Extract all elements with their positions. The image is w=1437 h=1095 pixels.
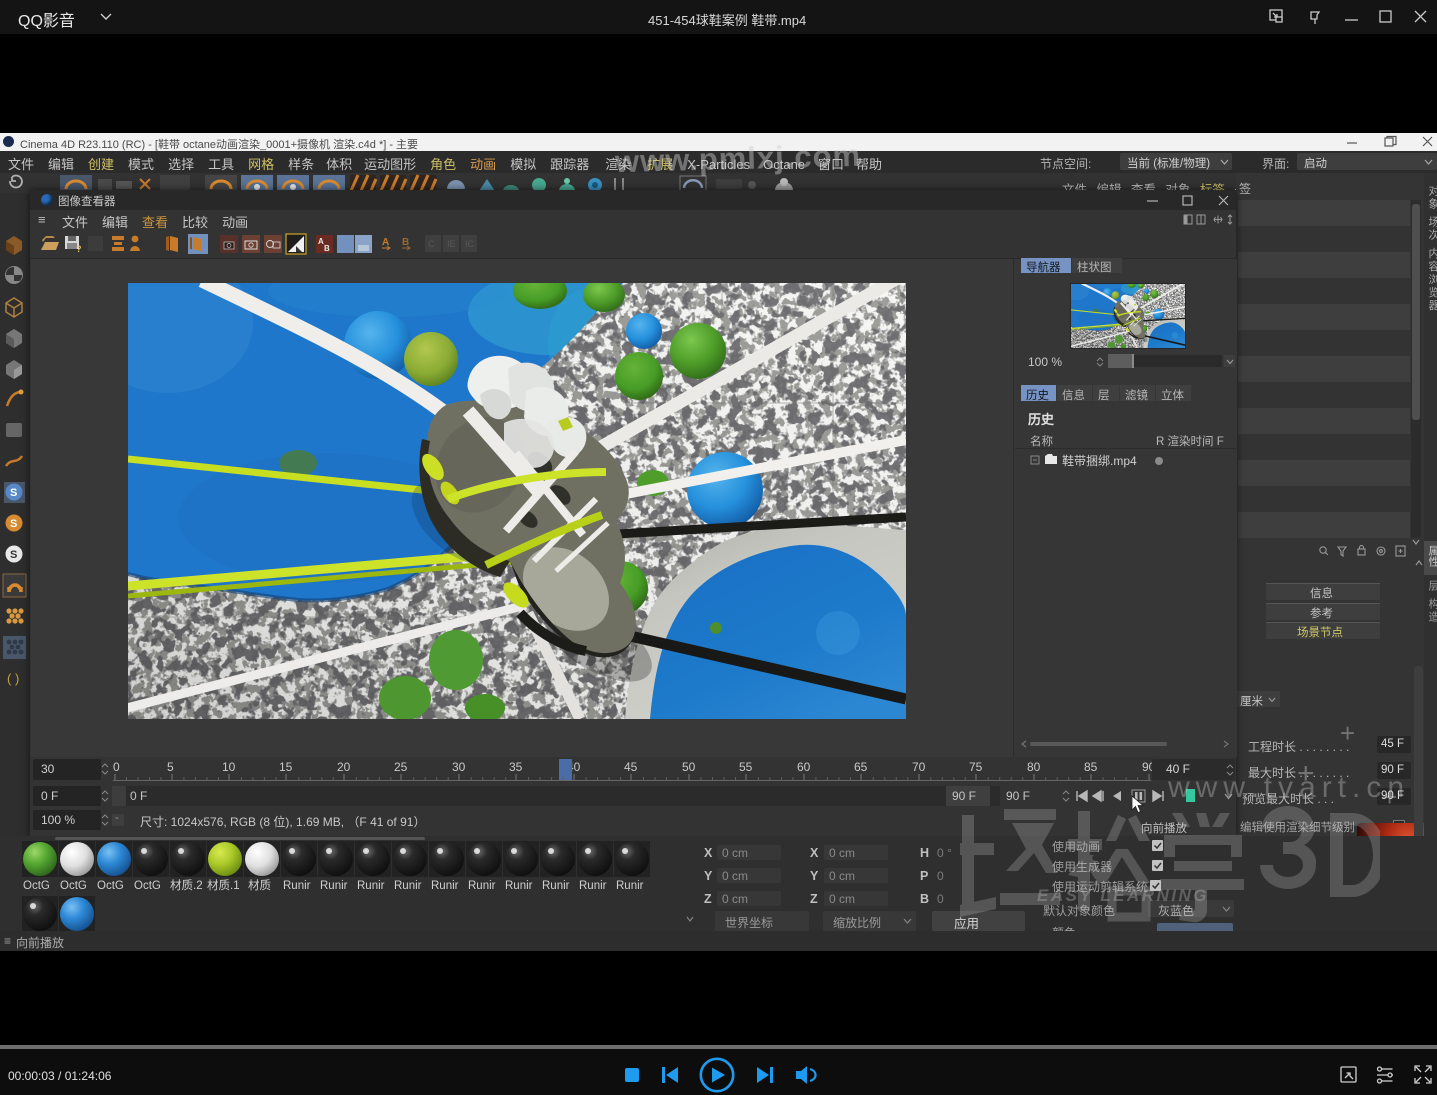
svg-text:OctG: OctG: [97, 880, 124, 892]
svg-text:55: 55: [739, 760, 753, 774]
svg-text:0: 0: [113, 760, 120, 774]
svg-text:IE: IE: [447, 239, 456, 249]
svg-text:20: 20: [337, 760, 351, 774]
svg-text:15: 15: [279, 760, 293, 774]
svg-text:65: 65: [854, 760, 868, 774]
svg-text:材质.2: 材质.2: [170, 878, 203, 892]
svg-text:Runir: Runir: [579, 880, 607, 892]
svg-text:S: S: [10, 487, 17, 499]
svg-text:35: 35: [509, 760, 523, 774]
svg-text:S: S: [10, 549, 17, 561]
svg-text:OctG: OctG: [23, 880, 50, 892]
svg-text:Runir: Runir: [357, 880, 385, 892]
svg-text:Runir: Runir: [431, 880, 459, 892]
svg-text:?: ?: [76, 244, 82, 254]
svg-text:5: 5: [167, 760, 174, 774]
svg-text:Runir: Runir: [468, 880, 496, 892]
svg-text:材质: 材质: [248, 878, 271, 892]
svg-text:45: 45: [624, 760, 638, 774]
svg-text:OctG: OctG: [134, 880, 161, 892]
svg-text:50: 50: [682, 760, 696, 774]
svg-text:Runir: Runir: [394, 880, 422, 892]
svg-text:75: 75: [969, 760, 983, 774]
svg-text:90: 90: [1142, 760, 1152, 774]
svg-text:IC: IC: [465, 239, 475, 249]
svg-text:60: 60: [797, 760, 811, 774]
svg-text:OctG: OctG: [60, 880, 87, 892]
svg-text:Runir: Runir: [616, 880, 644, 892]
svg-text:10: 10: [222, 760, 236, 774]
svg-text:85: 85: [1084, 760, 1098, 774]
svg-text:70: 70: [912, 760, 926, 774]
svg-text:S: S: [10, 518, 17, 530]
svg-text:80: 80: [1027, 760, 1041, 774]
svg-text:( ): ( ): [7, 671, 19, 686]
svg-text:C: C: [428, 239, 435, 249]
svg-text:25: 25: [394, 760, 408, 774]
svg-text:Runir: Runir: [320, 880, 348, 892]
svg-text:Runir: Runir: [542, 880, 570, 892]
svg-text:Runir: Runir: [283, 880, 311, 892]
svg-text:B: B: [324, 244, 330, 253]
svg-text:材质.1: 材质.1: [207, 878, 240, 892]
svg-text:Runir: Runir: [505, 880, 533, 892]
svg-text:30: 30: [452, 760, 466, 774]
